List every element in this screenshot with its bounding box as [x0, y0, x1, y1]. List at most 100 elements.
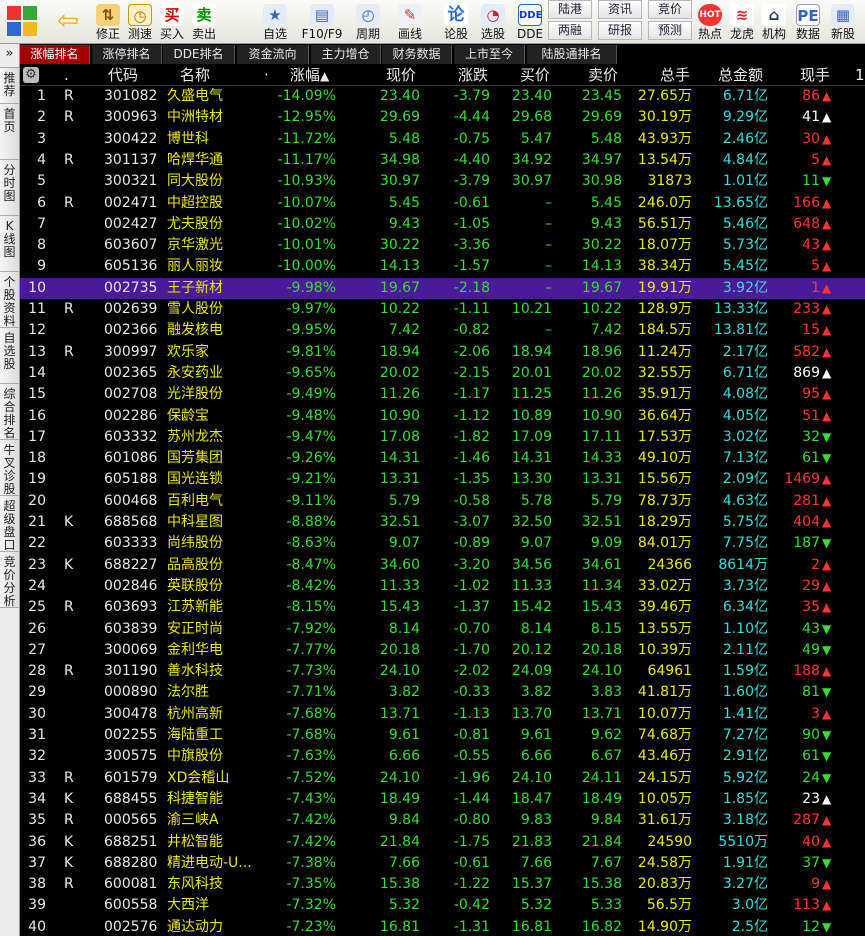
table-row[interactable]: 22 603333 尚纬股份 -8.63% 9.07 -0.89 9.07 9.09 84.01…: [20, 533, 865, 554]
table-row[interactable]: 40 002576 通达动力 -7.23% 16.81 -1.31 16.81 16.82 14…: [20, 917, 865, 936]
header-current-hand[interactable]: 现手: [800, 66, 830, 84]
up-down-arrows-button[interactable]: ⇅ 修正: [92, 0, 124, 44]
table-row[interactable]: 13 R 300997 欢乐家 -9.81% 18.94 -2.06 18.94 18.96 11…: [20, 342, 865, 363]
auction-button[interactable]: 竞价: [648, 0, 692, 19]
table-row[interactable]: 10 002735 王子新材 -9.98% 19.67 -2.18 – 19.67 19.91万…: [20, 277, 865, 299]
sidebar-item-8[interactable]: 超级盘口: [0, 496, 19, 552]
new-stock-button[interactable]: ▦ 新股: [826, 0, 860, 44]
table-row[interactable]: 33 R 601579 XD会稽山 -7.52% 24.10 -1.96 24.10 24.11…: [20, 768, 865, 789]
settings-gear-icon[interactable]: ⚙: [23, 67, 39, 83]
row-change: -1.31: [453, 918, 490, 935]
hot-button[interactable]: HOT 热点: [694, 0, 726, 44]
header-name[interactable]: 名称: [180, 66, 210, 84]
table-row[interactable]: 15 002708 光洋股份 -9.49% 11.26 -1.17 11.25 11.26 35…: [20, 384, 865, 405]
period-button[interactable]: ◴ 周期: [346, 0, 390, 44]
expand-sidebar-icon[interactable]: »: [0, 44, 19, 68]
table-row[interactable]: 30 300478 杭州高新 -7.68% 13.71 -1.13 13.70 13.71 10…: [20, 704, 865, 725]
tab-6[interactable]: 上市至今: [454, 45, 525, 64]
discuss-button[interactable]: 论论股: [438, 0, 474, 44]
header-price[interactable]: 现价: [386, 66, 416, 84]
sidebar-item-1[interactable]: 首页: [0, 104, 19, 160]
news-button[interactable]: 资讯: [598, 0, 642, 19]
table-row[interactable]: 29 000890 法尔胜 -7.71% 3.82 -0.33 3.82 3.83 41.81万…: [20, 682, 865, 703]
sidebar-item-5[interactable]: 自选股: [0, 328, 19, 384]
tab-1[interactable]: 涨停排名: [92, 45, 162, 64]
table-row[interactable]: 26 603839 安正时尚 -7.92% 8.14 -0.70 8.14 8.15 13.55…: [20, 619, 865, 640]
draw-line-button[interactable]: ✎ 画线: [390, 0, 430, 44]
sidebar-item-3[interactable]: K线图: [0, 216, 19, 272]
sidebar-item-6[interactable]: 综合排名: [0, 384, 19, 440]
table-row[interactable]: 34 K 688455 科捷智能 -7.43% 18.49 -1.44 18.47 18.49 1…: [20, 789, 865, 810]
table-row[interactable]: 32 300575 中旗股份 -7.63% 6.66 -0.55 6.66 6.67 43.46…: [20, 746, 865, 767]
table-row[interactable]: 18 601086 国芳集团 -9.26% 14.31 -1.46 14.31 14.33 49…: [20, 448, 865, 469]
table-row[interactable]: 24 002846 英联股份 -8.42% 11.33 -1.02 11.33 11.34 33…: [20, 576, 865, 597]
sell-button[interactable]: 卖卖出: [188, 0, 220, 44]
stock-picker-button[interactable]: ◔ 选股: [474, 0, 512, 44]
f10-button[interactable]: ▤ F10/F9: [298, 0, 346, 44]
table-row[interactable]: 25 R 603693 江苏新能 -8.15% 15.43 -1.37 15.42 15.43 3…: [20, 597, 865, 618]
table-row[interactable]: 20 600468 百利电气 -9.11% 5.79 -0.58 5.78 5.79 78.73…: [20, 491, 865, 512]
sidebar-item-4[interactable]: 个股资料: [0, 272, 19, 328]
tab-0[interactable]: 涨幅排名: [20, 45, 90, 64]
table-row[interactable]: 1 R 301082 久盛电气 -14.09% 23.40 -3.79 23.40 23.45 2…: [20, 86, 865, 107]
table-row[interactable]: 2 R 300963 中洲特材 -12.95% 29.69 -4.44 29.68 29.69 3…: [20, 107, 865, 129]
header-change[interactable]: 涨跌: [458, 66, 488, 84]
table-row[interactable]: 6 R 002471 中超控股 -10.07% 5.45 -0.61 – 5.45 246.0万 1…: [20, 193, 865, 214]
margin-button[interactable]: 两融: [548, 21, 592, 40]
table-row[interactable]: 12 002366 融发核电 -9.95% 7.42 -0.82 – 7.42 184.5万 13…: [20, 320, 865, 341]
buy-button[interactable]: 买买入: [156, 0, 188, 44]
table-row[interactable]: 17 603332 苏州龙杰 -9.47% 17.08 -1.82 17.09 17.11 17…: [20, 427, 865, 448]
table-row[interactable]: 11 R 002639 雪人股份 -9.97% 10.22 -1.11 10.21 10.22 1…: [20, 299, 865, 320]
table-row[interactable]: 37 K 688280 精进电动-U... -7.38% 7.66 -0.61 7.66 7.6…: [20, 853, 865, 874]
table-row[interactable]: 38 R 600081 东风科技 -7.35% 15.38 -1.22 15.37 15.38 2…: [20, 874, 865, 895]
table-row[interactable]: 31 002255 海陆重工 -7.68% 9.61 -0.81 9.61 9.62 74.68…: [20, 725, 865, 746]
row-name: 中超控股: [167, 194, 223, 211]
header-code[interactable]: 代码: [108, 66, 138, 84]
dragon-tiger-button[interactable]: ≋ 龙虎: [726, 0, 758, 44]
table-row[interactable]: 27 300069 金利华电 -7.77% 20.18 -1.70 20.12 20.18 10…: [20, 640, 865, 661]
header-ask[interactable]: 卖价: [588, 66, 618, 84]
header-extra[interactable]: 1: [855, 66, 865, 84]
table-row[interactable]: 28 R 301190 善水科技 -7.73% 24.10 -2.02 24.09 24.10 6…: [20, 661, 865, 682]
table-row[interactable]: 3 300422 博世科 -11.72% 5.48 -0.75 5.47 5.48 43.93万…: [20, 129, 865, 150]
table-row[interactable]: 36 K 688251 井松智能 -7.42% 21.84 -1.75 21.83 21.84 2…: [20, 832, 865, 853]
tab-2[interactable]: DDE排名: [163, 45, 235, 64]
tab-3[interactable]: 资金流向: [237, 45, 309, 64]
speed-clock-button[interactable]: ◷ 测速: [124, 0, 156, 44]
header-bid[interactable]: 买价: [520, 66, 550, 84]
table-row[interactable]: 8 603607 京华激光 -10.01% 30.22 -3.36 – 30.22 18.07万…: [20, 235, 865, 256]
lugang-button[interactable]: 陆港: [548, 0, 592, 19]
table-row[interactable]: 19 605188 国光连锁 -9.21% 13.31 -1.35 13.30 13.31 15…: [20, 469, 865, 490]
table-row[interactable]: 9 605136 丽人丽妆 -10.00% 14.13 -1.57 – 14.13 38.34万…: [20, 256, 865, 277]
back-arrow-icon[interactable]: ⇦: [48, 0, 88, 44]
table-row[interactable]: 5 300321 同大股份 -10.93% 30.97 -3.79 30.97 30.98 31…: [20, 171, 865, 192]
row-change: -1.12: [453, 407, 490, 424]
sidebar-item-9[interactable]: 竞价分析: [0, 552, 19, 608]
table-row[interactable]: 4 R 301137 哈焊华通 -11.17% 34.98 -4.40 34.92 34.97 1…: [20, 150, 865, 171]
forecast-button[interactable]: 预测: [648, 21, 692, 40]
research-button[interactable]: 研报: [598, 21, 642, 40]
favorites-button[interactable]: ★ 自选: [252, 0, 298, 44]
row-ask: 34.61: [581, 556, 622, 573]
table-row[interactable]: 21 K 688568 中科星图 -8.88% 32.51 -3.07 32.50 32.51 1…: [20, 512, 865, 533]
header-volume[interactable]: 总手: [660, 66, 690, 84]
tab-4[interactable]: 主力增仓: [311, 45, 381, 64]
tab-7[interactable]: 陆股通排名: [527, 45, 617, 64]
dde-button[interactable]: DDE DDE: [512, 0, 548, 44]
institution-button[interactable]: ⌂ 机构: [758, 0, 790, 44]
row-code: 000890: [104, 684, 158, 701]
windows-logo-icon[interactable]: [2, 0, 42, 44]
table-row[interactable]: 16 002286 保龄宝 -9.48% 10.90 -1.12 10.89 10.90 36.…: [20, 406, 865, 427]
tab-5[interactable]: 财务数据: [382, 45, 452, 64]
header-pct[interactable]: 涨幅▲: [290, 66, 329, 85]
sidebar-item-2[interactable]: 分时图: [0, 160, 19, 216]
table-row[interactable]: 7 002427 尤夫股份 -10.02% 9.43 -1.05 – 9.43 56.51万 5.…: [20, 214, 865, 235]
sidebar-item-0[interactable]: 推荐: [0, 68, 19, 104]
header-amount[interactable]: 总金额: [718, 66, 763, 84]
table-row[interactable]: 23 K 688227 品高股份 -8.47% 34.60 -3.20 34.56 34.61 2…: [20, 555, 865, 576]
table-row[interactable]: 39 600558 大西洋 -7.32% 5.32 -0.42 5.32 5.33 56.5万 3…: [20, 895, 865, 916]
table-row[interactable]: 14 002365 永安药业 -9.65% 20.02 -2.15 20.01 20.02 32…: [20, 363, 865, 384]
table-row[interactable]: 35 R 000565 渝三峡A -7.42% 9.84 -0.80 9.83 9.84 31.6…: [20, 810, 865, 831]
data-button[interactable]: PE 数据: [790, 0, 826, 44]
sidebar-item-7[interactable]: 牛叉诊股: [0, 440, 19, 496]
